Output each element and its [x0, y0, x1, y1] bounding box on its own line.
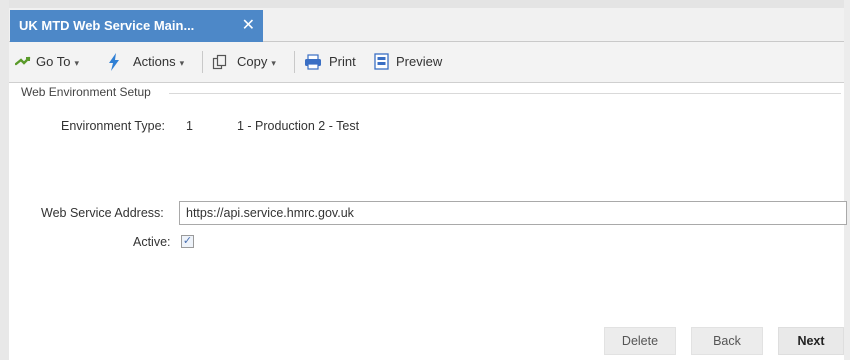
- environment-type-hint: 1 - Production 2 - Test: [237, 119, 360, 133]
- printer-icon: [305, 54, 321, 70]
- actions-menu[interactable]: Actions ▾: [133, 42, 184, 82]
- close-icon[interactable]: ✕: [242, 10, 255, 42]
- active-checkbox[interactable]: ✓: [181, 235, 194, 248]
- print-button[interactable]: Print: [329, 42, 356, 82]
- print-label: Print: [329, 54, 356, 69]
- copy-menu[interactable]: Copy ▾: [237, 42, 276, 82]
- chevron-down-icon: ▾: [74, 58, 79, 68]
- delete-button[interactable]: Delete: [604, 327, 676, 355]
- preview-icon: [374, 53, 389, 70]
- environment-type-value[interactable]: 1: [186, 119, 193, 133]
- web-service-address-input[interactable]: [179, 201, 847, 225]
- arrow-goto-icon: [15, 56, 31, 66]
- tab-title: UK MTD Web Service Main...: [19, 18, 195, 33]
- back-button[interactable]: Back: [691, 327, 763, 355]
- toolbar-separator: [202, 51, 203, 73]
- main-content: Web Environment Setup Environment Type: …: [9, 83, 847, 360]
- copy-icon: [212, 54, 227, 70]
- goto-menu[interactable]: Go To ▾: [36, 42, 79, 82]
- copy-label: Copy: [237, 54, 268, 69]
- actions-label: Actions: [133, 54, 176, 69]
- toolbar: Go To ▾ Actions ▾ Copy ▾ Print Preview: [9, 42, 844, 83]
- preview-button[interactable]: Preview: [396, 42, 442, 82]
- window-frame-left: [0, 0, 9, 360]
- web-service-address-label: Web Service Address:: [41, 206, 164, 220]
- tab-uk-mtd-web-service[interactable]: UK MTD Web Service Main... ✕: [10, 10, 263, 42]
- window-frame-right: [844, 0, 850, 360]
- lightning-icon: [109, 53, 119, 71]
- toolbar-separator: [294, 51, 295, 73]
- section-divider: [169, 93, 841, 94]
- chevron-down-icon: ▾: [271, 58, 276, 68]
- next-button[interactable]: Next: [778, 327, 844, 355]
- goto-label: Go To: [36, 54, 71, 69]
- tab-strip: UK MTD Web Service Main... ✕: [9, 8, 844, 42]
- window-frame-top: [0, 0, 850, 8]
- environment-type-label: Environment Type:: [61, 119, 165, 133]
- preview-label: Preview: [396, 54, 443, 69]
- active-label: Active:: [133, 235, 171, 249]
- section-title: Web Environment Setup: [21, 85, 151, 99]
- chevron-down-icon: ▾: [179, 58, 185, 68]
